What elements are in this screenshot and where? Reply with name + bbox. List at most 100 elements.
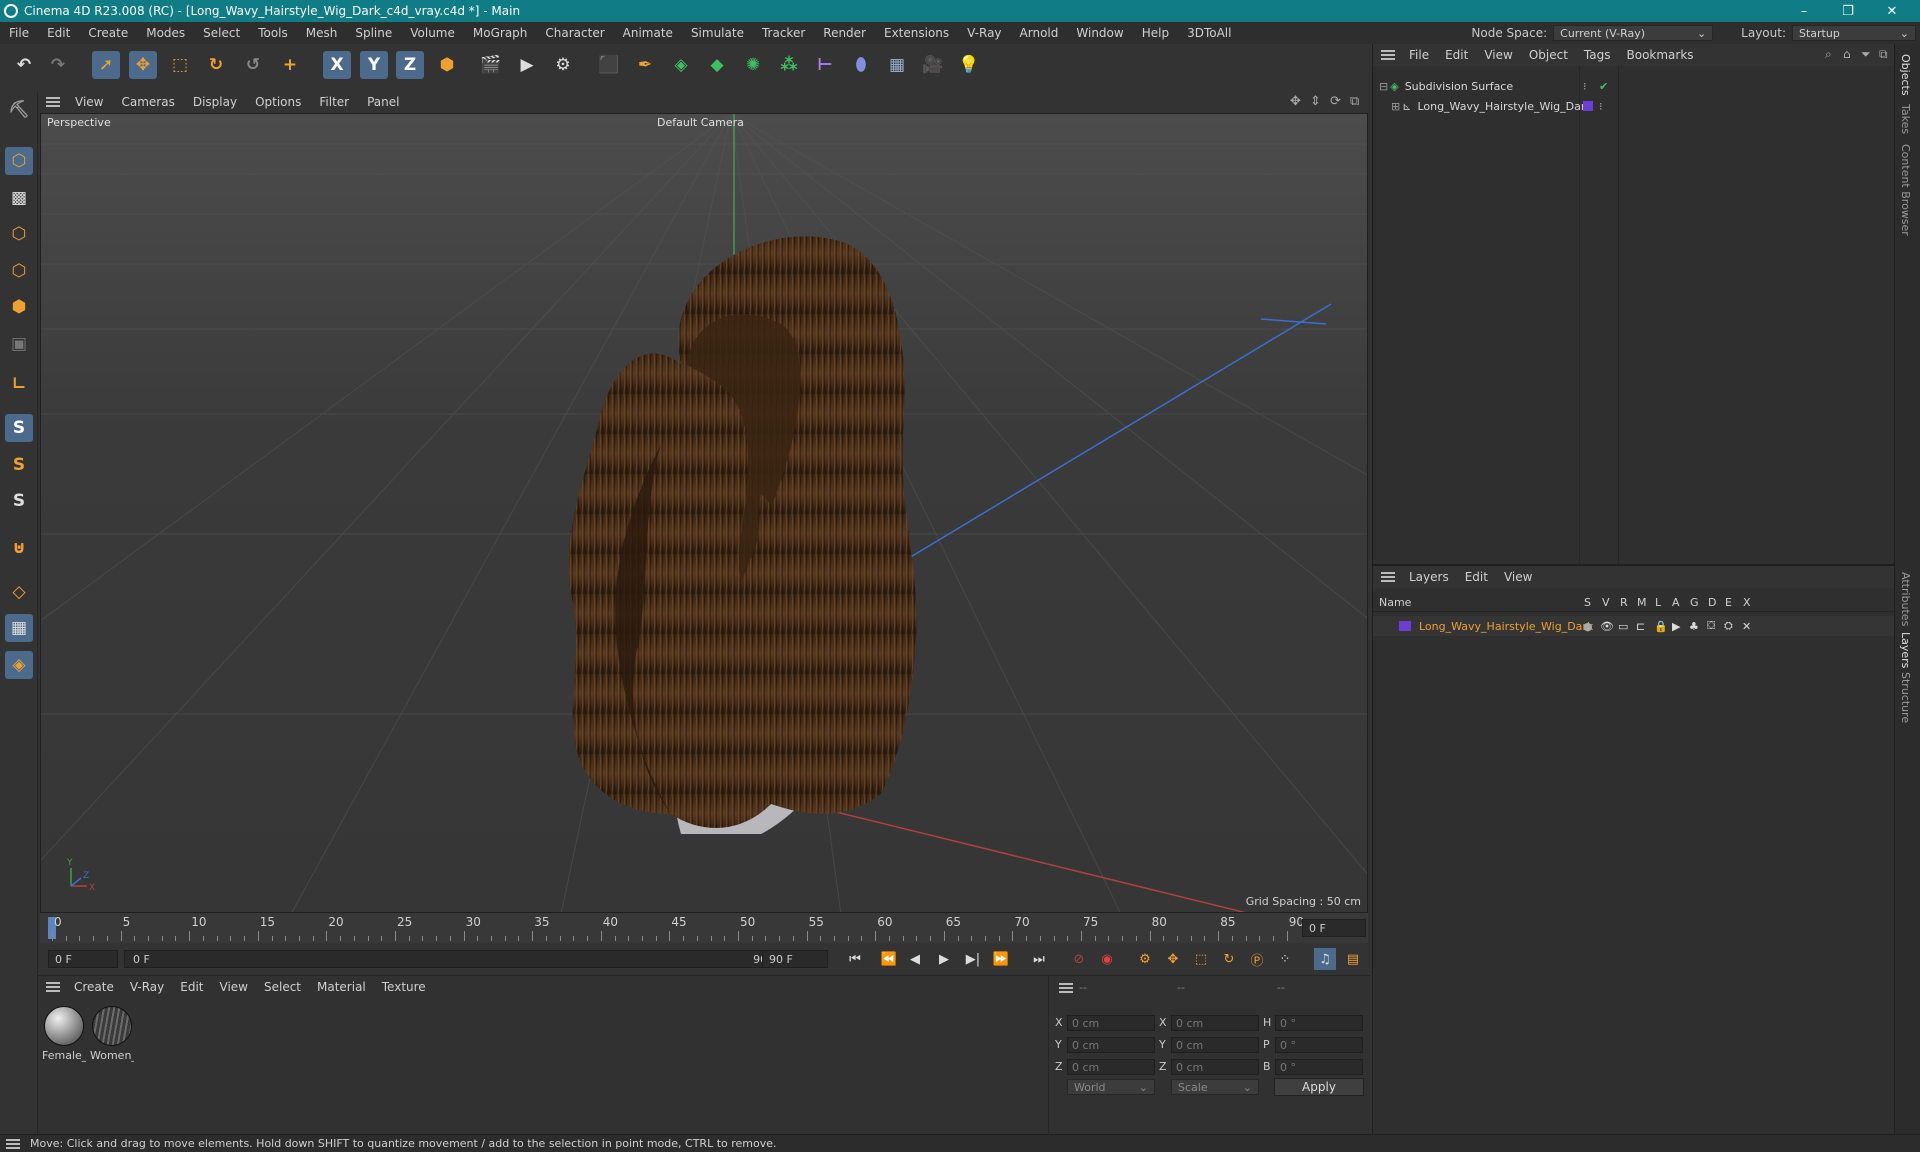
tab-takes[interactable]: Takes <box>1899 104 1912 134</box>
node-space-dropdown[interactable]: Current (V-Ray) ⌄ <box>1553 25 1714 41</box>
position-x-field[interactable]: 0 cm <box>1067 1015 1155 1031</box>
object-home-icon[interactable]: ⌂ <box>1843 47 1851 61</box>
object-hamburger-icon[interactable] <box>1381 50 1395 60</box>
menu-mograph[interactable]: MoGraph <box>464 26 537 40</box>
layer-deformers-icon[interactable]: ⛋ <box>1707 619 1715 633</box>
render-settings-button[interactable]: ⚙ <box>549 51 577 79</box>
layer-render-icon[interactable]: ▭ <box>1618 620 1628 633</box>
viewport-menu-cameras[interactable]: Cameras <box>112 95 183 109</box>
snap-settings-button[interactable]: S <box>5 451 33 479</box>
layer-menu-view[interactable]: View <box>1496 570 1540 584</box>
cube-object-button[interactable]: ⬛ <box>595 51 623 79</box>
redo-button[interactable]: ↷ <box>44 51 72 79</box>
viewport-zoom-icon[interactable]: ⇕ <box>1310 94 1321 109</box>
viewport-menu-display[interactable]: Display <box>184 95 246 109</box>
visibility-toggle-icon[interactable]: ⁝ <box>1583 80 1587 93</box>
snap-button[interactable]: S <box>5 414 33 442</box>
live-selection-button[interactable]: ➚ <box>92 51 120 79</box>
previous-key-button[interactable]: ⏪ <box>878 948 900 970</box>
autokey-button[interactable]: ◉ <box>1096 948 1118 970</box>
layer-generators-icon[interactable]: ♣ <box>1689 620 1699 633</box>
model-mode-button[interactable]: ⬡ <box>5 147 33 175</box>
next-frame-button[interactable]: ▶| <box>962 948 984 970</box>
rotate-tool-button[interactable]: ↻ <box>202 51 230 79</box>
play-button[interactable]: ▶ <box>933 948 955 970</box>
layer-menu-edit[interactable]: Edit <box>1457 570 1496 584</box>
close-button[interactable]: ✕ <box>1870 0 1914 22</box>
field-button[interactable]: ⬮ <box>847 51 875 79</box>
material-swatch[interactable]: Women_ <box>90 1006 134 1062</box>
layer-solo-icon[interactable]: ● <box>1583 620 1593 633</box>
motion-system-button[interactable]: ♫ <box>1314 948 1336 970</box>
position-z-field[interactable]: 0 cm <box>1067 1059 1155 1075</box>
key-rotation-button[interactable]: ↻ <box>1218 948 1240 970</box>
magnet-button[interactable]: ⊍ <box>5 534 33 562</box>
menu-volume[interactable]: Volume <box>401 26 464 40</box>
previous-frame-button[interactable]: ◀ <box>904 948 926 970</box>
go-to-end-button[interactable]: ⏭ <box>1028 948 1050 970</box>
key-parameter-button[interactable]: Ⓟ <box>1246 948 1268 970</box>
viewport-rotate-icon[interactable]: ⟳ <box>1330 94 1341 109</box>
array-button[interactable]: ✺ <box>739 51 767 79</box>
viewport-menu-options[interactable]: Options <box>246 95 310 109</box>
position-y-field[interactable]: 0 cm <box>1067 1037 1155 1053</box>
restore-button[interactable]: ❐ <box>1826 0 1870 22</box>
viewport-maximize-icon[interactable]: ⧉ <box>1350 94 1359 109</box>
object-menu-view[interactable]: View <box>1476 48 1520 62</box>
object-new-window-icon[interactable]: ⧉ <box>1879 47 1888 62</box>
undo-button[interactable]: ↶ <box>10 51 38 79</box>
start-frame-field[interactable]: 0 F <box>48 950 118 968</box>
viewport-camera-label[interactable]: Default Camera <box>657 116 744 129</box>
visibility-toggle-icon[interactable]: ⁝ <box>1599 100 1603 113</box>
uv-mode-button[interactable]: ▣ <box>5 330 33 358</box>
menu-3dtoall[interactable]: 3DToAll <box>1178 26 1240 40</box>
material-menu-texture[interactable]: Texture <box>374 980 434 994</box>
keyframe-selection-button[interactable]: ⚙ <box>1134 948 1156 970</box>
x-axis-button[interactable]: X <box>323 51 351 79</box>
size-y-field[interactable]: 0 cm <box>1171 1037 1259 1053</box>
move-tool-button[interactable]: ✥ <box>129 51 157 79</box>
render-view-button[interactable]: 🎬 <box>477 51 505 79</box>
points-mode-button[interactable]: ⬡ <box>5 220 33 248</box>
render-picture-viewer-button[interactable]: ▶ <box>513 51 541 79</box>
floor-button[interactable]: ▦ <box>883 51 911 79</box>
menu-vray[interactable]: V-Ray <box>958 26 1010 40</box>
size-z-field[interactable]: 0 cm <box>1171 1059 1259 1075</box>
menu-simulate[interactable]: Simulate <box>682 26 753 40</box>
layer-menu-layers[interactable]: Layers <box>1401 570 1457 584</box>
tab-content-browser[interactable]: Content Browser <box>1899 144 1912 236</box>
cloner-button[interactable]: ⁂ <box>775 51 803 79</box>
material-swatch[interactable]: Female_l <box>42 1006 86 1062</box>
viewport-menu-filter[interactable]: Filter <box>310 95 358 109</box>
rotation-h-field[interactable]: 0 ° <box>1275 1015 1363 1031</box>
polygons-mode-button[interactable]: ⬢ <box>5 293 33 321</box>
go-to-start-button[interactable]: ⏮ <box>844 948 866 970</box>
layer-animation-icon[interactable]: ▶ <box>1672 620 1680 633</box>
tab-structure[interactable]: Structure <box>1899 672 1912 723</box>
menu-file[interactable]: File <box>0 26 38 40</box>
menu-modes[interactable]: Modes <box>137 26 194 40</box>
add-object-button[interactable]: + <box>276 51 304 79</box>
y-axis-button[interactable]: Y <box>360 51 388 79</box>
material-menu-create[interactable]: Create <box>66 980 122 994</box>
menu-tools[interactable]: Tools <box>249 26 297 40</box>
coordinate-mode-dropdown[interactable]: World ⌄ <box>1067 1079 1155 1095</box>
3d-viewport[interactable]: Perspective Default Camera Grid Spacing … <box>40 113 1368 913</box>
menu-spline[interactable]: Spline <box>346 26 401 40</box>
apply-button[interactable]: Apply <box>1274 1078 1364 1096</box>
layout-dropdown[interactable]: Startup ⌄ <box>1792 25 1916 41</box>
menu-select[interactable]: Select <box>194 26 249 40</box>
material-menu-vray[interactable]: V-Ray <box>122 980 172 994</box>
material-menu-edit[interactable]: Edit <box>172 980 211 994</box>
minimize-button[interactable]: – <box>1782 0 1826 22</box>
current-frame-field[interactable]: 0 F <box>1302 919 1366 937</box>
scale-tool-button[interactable]: ⬚ <box>166 51 194 79</box>
viewport-move-icon[interactable]: ✥ <box>1290 94 1301 109</box>
recent-tool-button[interactable]: ↺ <box>239 51 267 79</box>
size-x-field[interactable]: 0 cm <box>1171 1015 1259 1031</box>
subdivision-button[interactable]: ◈ <box>667 51 695 79</box>
viewport-menu-view[interactable]: View <box>66 95 112 109</box>
object-menu-edit[interactable]: Edit <box>1437 48 1476 62</box>
object-menu-bookmarks[interactable]: Bookmarks <box>1619 48 1702 62</box>
frame-range-slider[interactable]: 0 F 90 F <box>124 950 784 968</box>
